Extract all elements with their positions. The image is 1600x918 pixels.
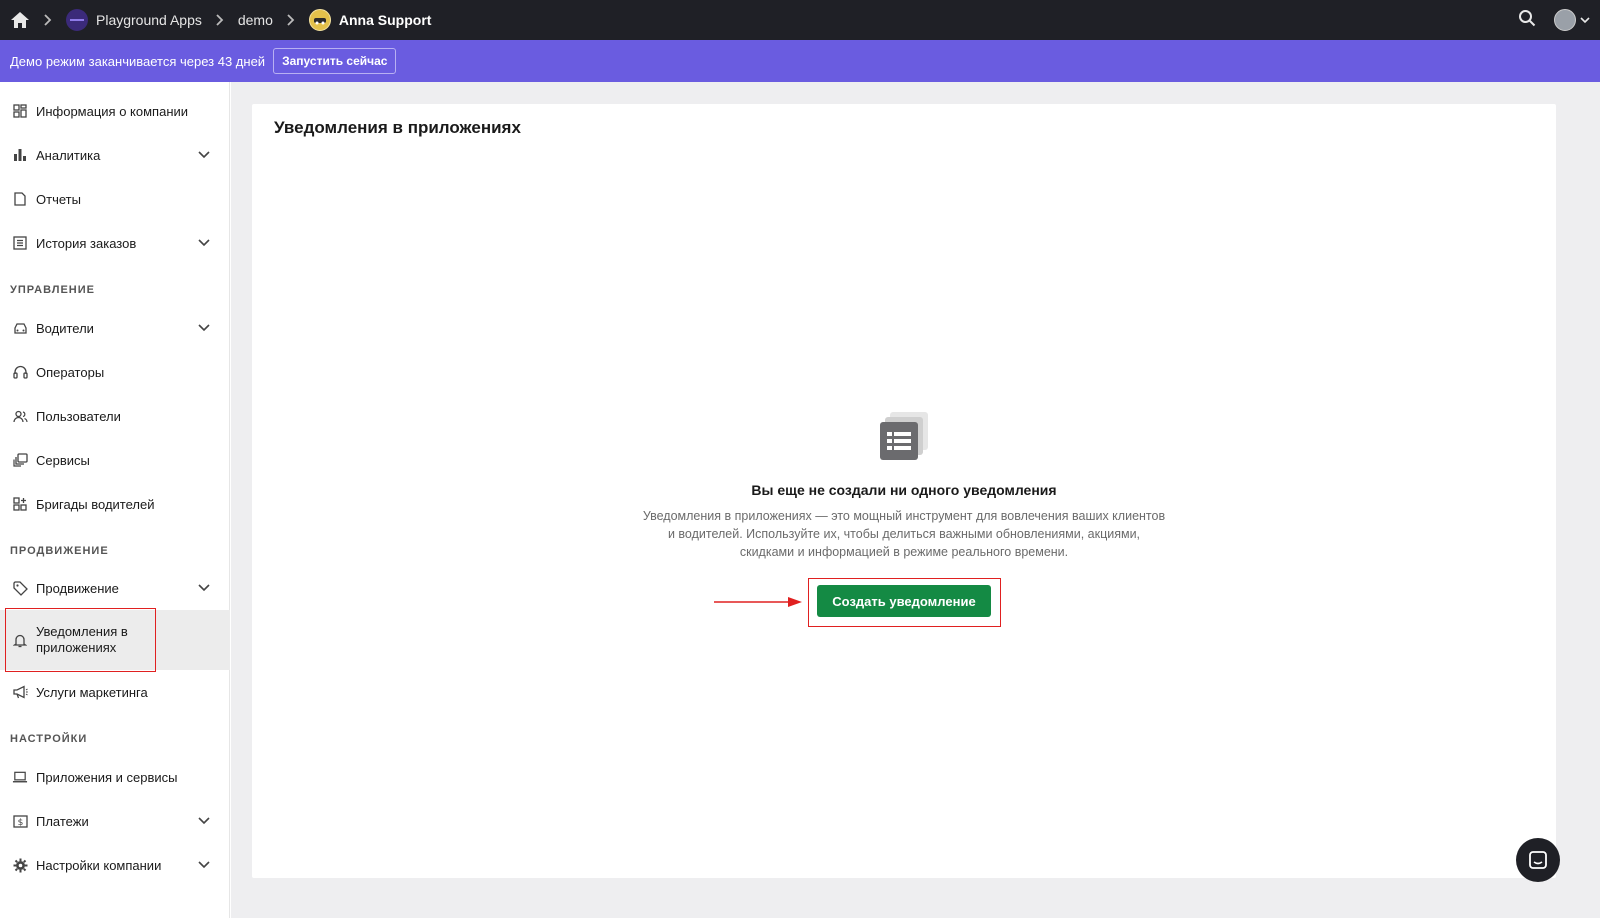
sidebar-item-reports[interactable]: Отчеты	[0, 177, 230, 221]
sidebar-item-users[interactable]: Пользователи	[0, 394, 230, 438]
top-bar: Playground Apps demo Anna Support	[0, 0, 1600, 40]
avatar	[1554, 9, 1576, 31]
sidebar-item-order-history[interactable]: История заказов	[0, 221, 230, 265]
page-title: Уведомления в приложениях	[274, 118, 521, 137]
sidebar-item-label: Платежи	[36, 813, 89, 829]
chevron-down-icon[interactable]	[198, 861, 210, 869]
gear-icon	[12, 857, 28, 873]
section-promotion: ПРОДВИЖЕНИЕ	[10, 545, 109, 557]
sidebar-item-label: Информация о компании	[36, 103, 189, 119]
sidebar-item-label: Услуги маркетинга	[36, 684, 148, 700]
headset-icon	[12, 364, 28, 380]
empty-state-description: Уведомления в приложениях — это мощный и…	[642, 509, 1166, 559]
home-icon[interactable]	[10, 11, 30, 29]
company-logo-icon	[66, 9, 88, 31]
taxi-logo-icon	[308, 9, 331, 31]
sidebar-item-marketing-services[interactable]: Услуги маркетинга	[0, 670, 230, 714]
chevron-right-icon	[202, 14, 238, 26]
sidebar: Информация о компании Аналитика Отчеты И…	[0, 82, 230, 918]
chevron-down-icon	[1580, 11, 1590, 29]
sidebar-item-label: Продвижение	[36, 580, 119, 596]
megaphone-icon	[12, 684, 28, 700]
section-management: УПРАВЛЕНИЕ	[10, 284, 95, 296]
bar-chart-icon	[12, 147, 28, 163]
sidebar-item-label: Водители	[36, 320, 94, 336]
sidebar-item-company-settings[interactable]: Настройки компании	[0, 843, 230, 887]
chevron-right-icon	[273, 14, 309, 26]
chevron-right-icon	[30, 14, 66, 26]
sidebar-item-operators[interactable]: Операторы	[0, 350, 230, 394]
sidebar-item-label: Настройки компании	[36, 857, 162, 873]
user-menu[interactable]	[1554, 9, 1590, 31]
breadcrumb-company[interactable]: Playground Apps	[66, 9, 202, 31]
sidebar-item-analytics[interactable]: Аналитика	[0, 133, 230, 177]
tag-icon	[12, 580, 28, 596]
list-icon	[12, 235, 28, 251]
layers-icon	[12, 452, 28, 468]
section-settings: НАСТРОЙКИ	[10, 733, 88, 745]
sidebar-item-promotion[interactable]: Продвижение	[0, 566, 230, 610]
laptop-icon	[12, 769, 28, 785]
sidebar-item-payments[interactable]: $ Платежи	[0, 799, 230, 843]
highlight-box-button	[808, 578, 1001, 627]
sidebar-item-company-info[interactable]: Информация о компании	[0, 89, 230, 133]
sidebar-item-label: Сервисы	[36, 452, 90, 468]
chat-launcher-icon[interactable]	[1516, 838, 1560, 882]
sidebar-item-label: Бригады водителей	[36, 496, 155, 512]
sidebar-item-services[interactable]: Сервисы	[0, 438, 230, 482]
sidebar-item-label: Приложения и сервисы	[36, 769, 178, 785]
empty-state-title: Вы еще не создали ни одного уведомления	[751, 482, 1057, 498]
svg-text:$: $	[17, 818, 23, 828]
annotation-arrow	[714, 597, 802, 607]
breadcrumb-app[interactable]: Anna Support	[308, 9, 432, 31]
highlight-box-sidebar	[5, 608, 156, 672]
sidebar-item-label: Пользователи	[36, 408, 121, 424]
sidebar-item-label: Аналитика	[36, 147, 101, 163]
breadcrumb-label: Anna Support	[338, 12, 432, 28]
search-icon[interactable]	[1518, 9, 1536, 32]
document-icon	[12, 191, 28, 207]
demo-banner-text: Демо режим заканчивается через 43 дней	[10, 53, 266, 69]
sidebar-item-apps-services[interactable]: Приложения и сервисы	[0, 755, 230, 799]
car-icon	[12, 320, 28, 336]
users-icon	[12, 408, 28, 424]
breadcrumb-project[interactable]: demo	[238, 12, 273, 28]
chevron-down-icon[interactable]	[198, 324, 210, 332]
grid-plus-icon	[12, 496, 28, 512]
chevron-down-icon[interactable]	[198, 817, 210, 825]
sidebar-item-driver-teams[interactable]: Бригады водителей	[0, 482, 230, 526]
sidebar-item-label: История заказов	[36, 235, 137, 251]
sidebar-item-drivers[interactable]: Водители	[0, 306, 230, 350]
sidebar-item-label: Отчеты	[36, 191, 81, 207]
demo-banner: Демо режим заканчивается через 43 дней З…	[0, 40, 1600, 82]
stacked-list-icon	[878, 410, 932, 464]
chevron-down-icon[interactable]	[198, 151, 210, 159]
chevron-down-icon[interactable]	[198, 239, 210, 247]
sidebar-item-label: Операторы	[36, 364, 105, 380]
launch-now-button[interactable]: Запустить сейчас	[273, 48, 397, 74]
dollar-icon: $	[12, 813, 28, 829]
chevron-down-icon[interactable]	[198, 584, 210, 592]
dashboard-icon	[12, 103, 28, 119]
breadcrumb-label: Playground Apps	[96, 12, 202, 28]
